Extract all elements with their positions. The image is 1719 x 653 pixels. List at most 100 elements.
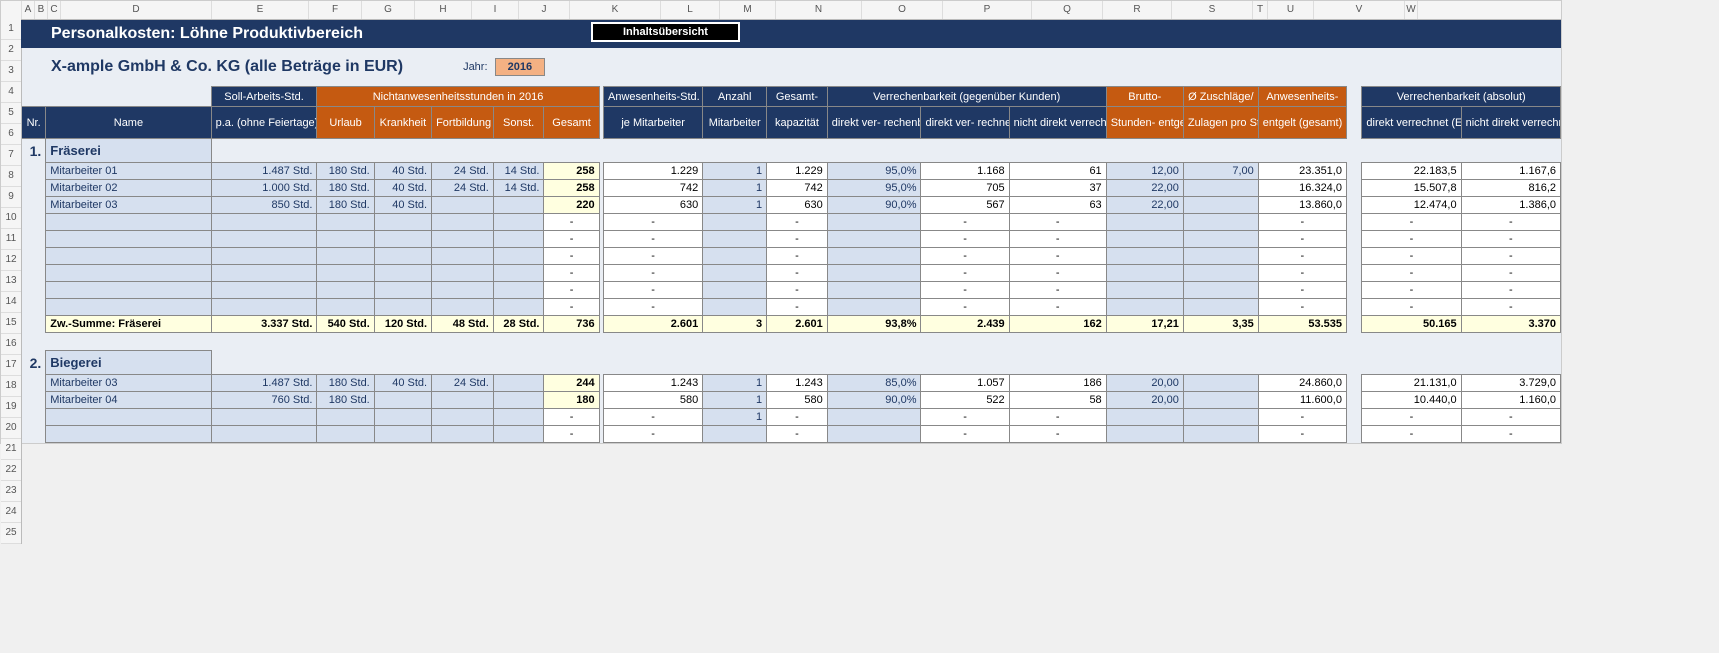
cell-entgelt[interactable]: - xyxy=(1258,409,1346,426)
cell-dirver[interactable]: 15.507,8 xyxy=(1362,180,1461,197)
inhaltsuebersicht-button[interactable]: Inhaltsübersicht xyxy=(591,22,740,42)
cell-dirstd[interactable]: 1.057 xyxy=(921,375,1009,392)
cell-dirver[interactable]: - xyxy=(1362,214,1461,231)
row-header-24[interactable]: 24 xyxy=(1,502,21,523)
cell-jemit[interactable]: - xyxy=(604,299,703,316)
cell-stunden[interactable] xyxy=(1106,248,1183,265)
col-header-N[interactable]: N xyxy=(776,1,862,19)
cell-ndirstd[interactable]: - xyxy=(1009,426,1106,443)
row-header-5[interactable]: 5 xyxy=(1,103,21,124)
cell-anzahl[interactable] xyxy=(703,426,767,443)
cell-fortb[interactable]: 48 Std. xyxy=(432,316,494,333)
cell-krank[interactable] xyxy=(374,426,431,443)
cell-gesamt[interactable]: 258 xyxy=(544,180,599,197)
cell-sonst[interactable] xyxy=(493,197,544,214)
cell-urlaub[interactable] xyxy=(317,299,374,316)
cell-stunden[interactable] xyxy=(1106,282,1183,299)
cell-stunden[interactable] xyxy=(1106,426,1183,443)
cell-fortb[interactable] xyxy=(432,265,494,282)
cell-fortb[interactable] xyxy=(432,248,494,265)
cell-ndirstd[interactable]: - xyxy=(1009,299,1106,316)
cell-pct[interactable]: 95,0% xyxy=(827,180,921,197)
cell-krank[interactable] xyxy=(374,392,431,409)
cell-ndir[interactable]: 1.167,6 xyxy=(1461,163,1560,180)
cell-kapaz[interactable]: - xyxy=(767,214,828,231)
cell-jemit[interactable]: - xyxy=(604,248,703,265)
cell-sum-name[interactable]: Zw.-Summe: Fräserei xyxy=(46,316,211,333)
row-header-19[interactable]: 19 xyxy=(1,397,21,418)
cell-pa[interactable]: 1.000 Std. xyxy=(211,180,317,197)
cell-anzahl[interactable] xyxy=(703,265,767,282)
cell-pct[interactable]: 90,0% xyxy=(827,392,921,409)
cell-ndir[interactable]: 816,2 xyxy=(1461,180,1560,197)
cell-ndir[interactable]: - xyxy=(1461,265,1560,282)
cell-fortb[interactable] xyxy=(432,214,494,231)
row-header-21[interactable]: 21 xyxy=(1,439,21,460)
cell-urlaub[interactable]: 540 Std. xyxy=(317,316,374,333)
cell-name[interactable] xyxy=(46,282,211,299)
cell-dirver[interactable]: - xyxy=(1362,409,1461,426)
cell-anzahl[interactable] xyxy=(703,299,767,316)
cell-stunden[interactable]: 22,00 xyxy=(1106,180,1183,197)
row-header-13[interactable]: 13 xyxy=(1,271,21,292)
row-header-23[interactable]: 23 xyxy=(1,481,21,502)
cell-name[interactable] xyxy=(46,426,211,443)
cell-urlaub[interactable]: 180 Std. xyxy=(317,180,374,197)
cell-fortb[interactable] xyxy=(432,299,494,316)
cell-anzahl[interactable] xyxy=(703,248,767,265)
col-header-A[interactable]: A xyxy=(22,1,35,19)
cell-name[interactable]: Mitarbeiter 01 xyxy=(46,163,211,180)
cell-krank[interactable] xyxy=(374,299,431,316)
row-header-6[interactable]: 6 xyxy=(1,124,21,145)
cell-ndir[interactable]: 3.729,0 xyxy=(1461,375,1560,392)
row-header-20[interactable]: 20 xyxy=(1,418,21,439)
cell-pct[interactable] xyxy=(827,248,921,265)
cell-pa[interactable] xyxy=(211,265,317,282)
cell-stunden[interactable] xyxy=(1106,409,1183,426)
col-header-S[interactable]: S xyxy=(1172,1,1253,19)
cell-gesamt[interactable]: - xyxy=(544,282,599,299)
col-header-R[interactable]: R xyxy=(1103,1,1172,19)
cell-entgelt[interactable]: 24.860,0 xyxy=(1258,375,1346,392)
cell-name[interactable]: Mitarbeiter 04 xyxy=(46,392,211,409)
cell-urlaub[interactable] xyxy=(317,282,374,299)
cell-gesamt[interactable]: - xyxy=(544,265,599,282)
cell-entgelt[interactable]: 23.351,0 xyxy=(1258,163,1346,180)
cell-pct[interactable] xyxy=(827,214,921,231)
cell-anzahl[interactable]: 1 xyxy=(703,409,767,426)
cell-dirver[interactable]: - xyxy=(1362,426,1461,443)
cell-fortb[interactable]: 24 Std. xyxy=(432,180,494,197)
cell-name[interactable] xyxy=(46,231,211,248)
cell-pa[interactable] xyxy=(211,248,317,265)
col-header-K[interactable]: K xyxy=(570,1,661,19)
cell-name[interactable]: Mitarbeiter 02 xyxy=(46,180,211,197)
cell-jemit[interactable]: - xyxy=(604,282,703,299)
cell-ndirstd[interactable]: 37 xyxy=(1009,180,1106,197)
cell-krank[interactable]: 40 Std. xyxy=(374,375,431,392)
cell-pa[interactable] xyxy=(211,426,317,443)
col-header-M[interactable]: M xyxy=(720,1,776,19)
cell-urlaub[interactable] xyxy=(317,231,374,248)
cell-urlaub[interactable] xyxy=(317,214,374,231)
cell-dirver[interactable]: - xyxy=(1362,265,1461,282)
select-all-corner[interactable] xyxy=(1,1,22,19)
col-header-C[interactable]: C xyxy=(48,1,61,19)
col-header-P[interactable]: P xyxy=(943,1,1032,19)
cell-zulagen[interactable] xyxy=(1183,392,1258,409)
cell-gesamt[interactable]: - xyxy=(544,214,599,231)
cell-fortb[interactable]: 24 Std. xyxy=(432,163,494,180)
cell-dirver[interactable]: 10.440,0 xyxy=(1362,392,1461,409)
cell-entgelt[interactable]: - xyxy=(1258,231,1346,248)
row-header-12[interactable]: 12 xyxy=(1,250,21,271)
row-header-15[interactable]: 15 xyxy=(1,313,21,334)
col-header-U[interactable]: U xyxy=(1268,1,1314,19)
col-header-D[interactable]: D xyxy=(61,1,212,19)
cell-dirver[interactable]: 50.165 xyxy=(1362,316,1461,333)
cell-sonst[interactable] xyxy=(493,409,544,426)
cell-gesamt[interactable]: 220 xyxy=(544,197,599,214)
cell-krank[interactable]: 40 Std. xyxy=(374,180,431,197)
cell-ndirstd[interactable]: 186 xyxy=(1009,375,1106,392)
cell-pct[interactable] xyxy=(827,426,921,443)
col-header-E[interactable]: E xyxy=(212,1,309,19)
col-header-I[interactable]: I xyxy=(472,1,519,19)
